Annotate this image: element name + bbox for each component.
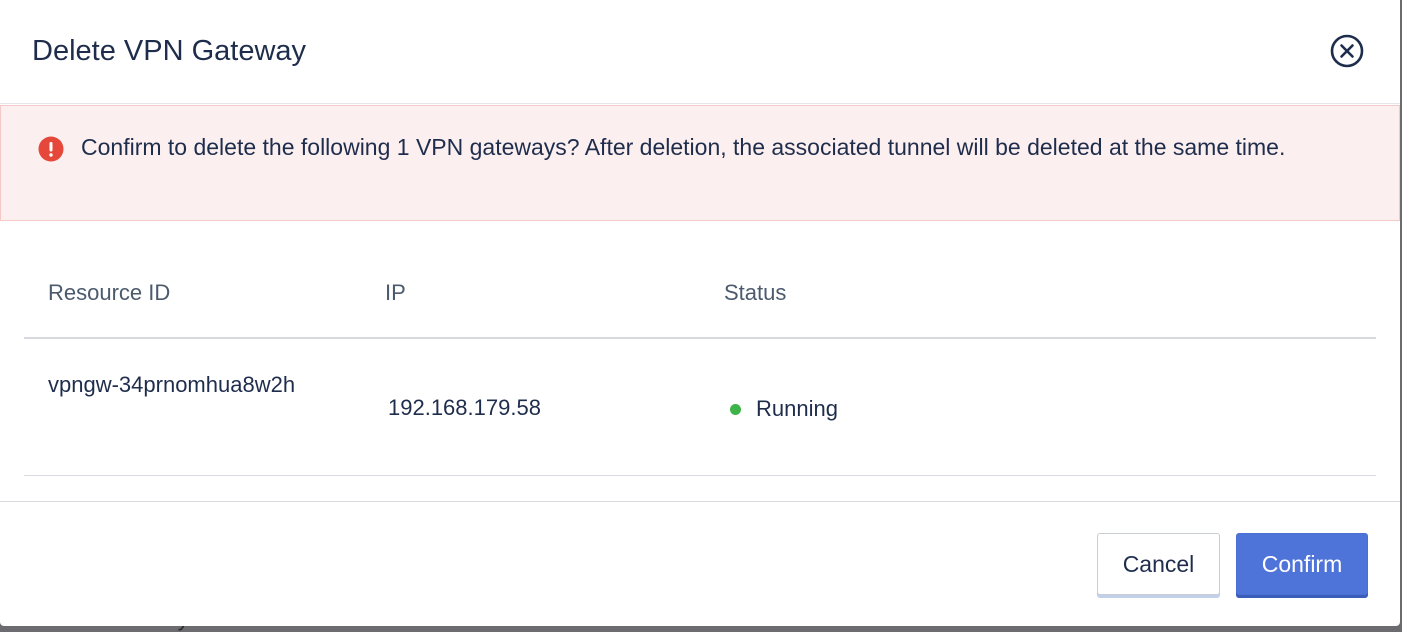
close-circle-icon [1330,34,1364,68]
dialog-header: Delete VPN Gateway [0,0,1400,104]
column-header-ip: IP [385,280,406,305]
alert-message: Confirm to delete the following 1 VPN ga… [81,134,1286,160]
delete-vpn-gateway-dialog: Delete VPN Gateway Confirm to delete the… [0,0,1400,626]
close-button[interactable] [1330,34,1364,68]
column-header-resource-id: Resource ID [48,280,171,305]
cell-ip: 192.168.179.58 [388,395,541,420]
cell-status: Running [730,390,838,428]
footer-divider [0,501,1400,502]
status-running-dot-icon [730,403,741,415]
dialog-title: Delete VPN Gateway [32,35,307,67]
confirm-button[interactable]: Confirm [1236,533,1368,595]
status-label: Running [756,396,838,421]
table-row: vpngw-34prnomhua8w2h 192.168.179.58 Runn… [24,339,1376,476]
cancel-button[interactable]: Cancel [1097,533,1220,595]
column-header-status: Status [724,280,787,305]
error-exclamation-icon [38,136,64,162]
table-header: Resource ID IP Status [24,250,1376,339]
resource-table: Resource ID IP Status vpngw-34prnomhua8w… [24,250,1376,476]
warning-alert: Confirm to delete the following 1 VPN ga… [0,105,1400,221]
cell-resource-id: vpngw-34prnomhua8w2h [48,372,296,397]
